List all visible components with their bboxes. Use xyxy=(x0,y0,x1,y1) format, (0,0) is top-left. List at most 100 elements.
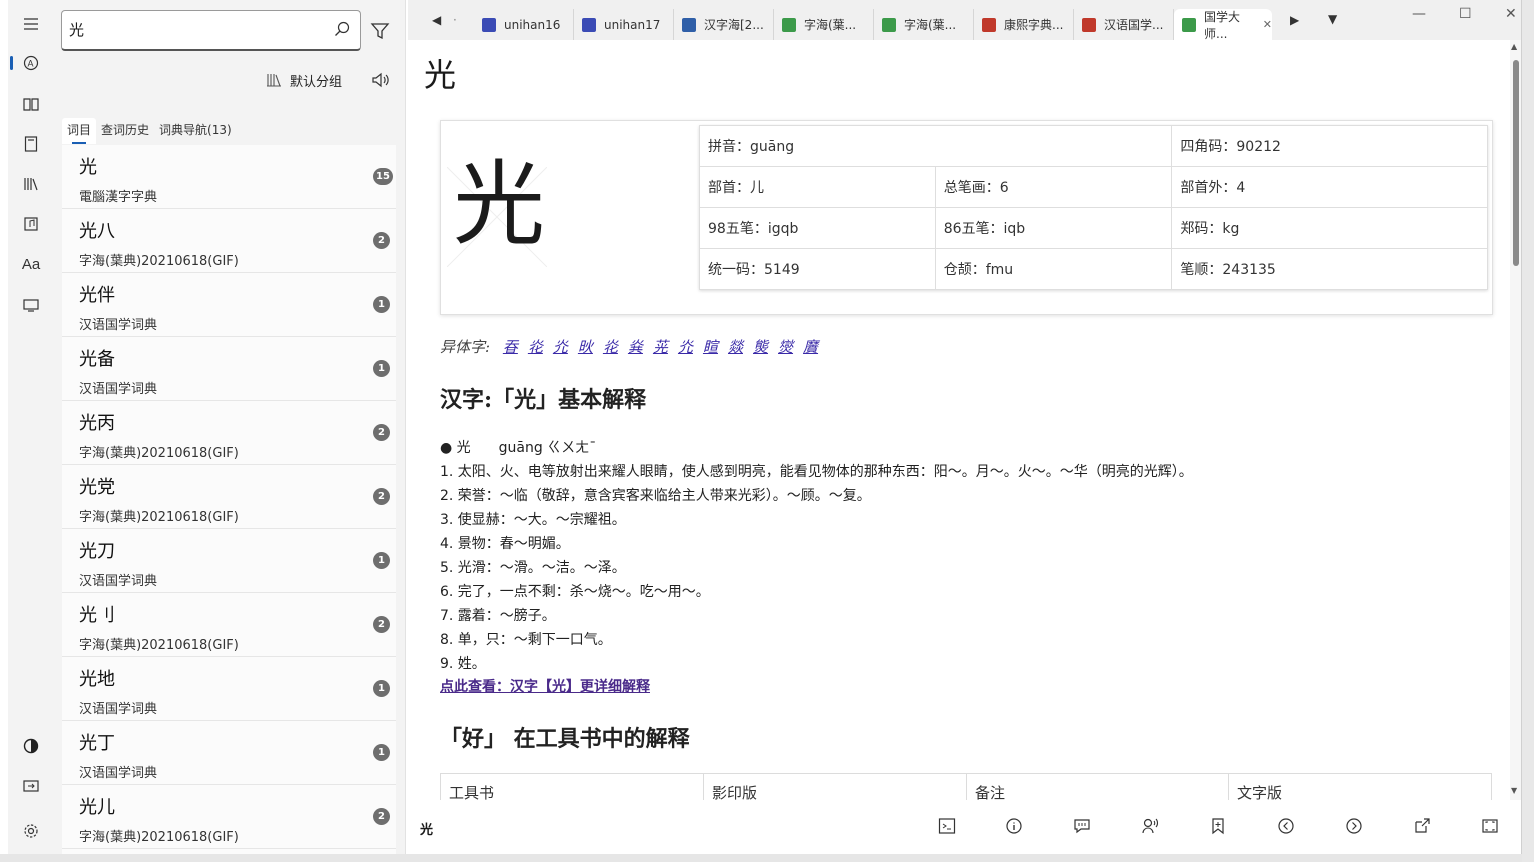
list-item[interactable]: 光儿 字海(葉典)20210618(GIF) 2 xyxy=(62,785,396,849)
comment-icon[interactable] xyxy=(1073,817,1091,835)
content-scrollbar[interactable]: ▲ ▼ xyxy=(1510,40,1521,800)
dictionary-icon xyxy=(1082,17,1096,32)
import-icon[interactable] xyxy=(16,771,46,801)
variant-char-link[interactable]: 灮 xyxy=(678,338,693,356)
variant-char-link[interactable]: 炚 xyxy=(578,338,593,356)
list-item[interactable]: 光八 字海(葉典)20210618(GIF) 2 xyxy=(62,209,396,273)
variant-char-link[interactable]: 昋 xyxy=(503,338,518,356)
screen-capture-icon[interactable] xyxy=(16,290,46,320)
group-selector-button[interactable]: 默认分组 xyxy=(266,69,342,91)
tab-scroll-right-icon[interactable]: ▶ xyxy=(1290,13,1299,27)
col-facsimile: 影印版 xyxy=(703,773,967,800)
entry-headword: 光 xyxy=(424,56,457,94)
list-item-count-badge: 2 xyxy=(373,808,390,825)
tab-list-dropdown-icon[interactable]: ▼ xyxy=(1328,12,1337,26)
list-item-count-badge: 2 xyxy=(373,616,390,633)
lookup-icon[interactable]: A xyxy=(10,48,46,78)
more-details-link[interactable]: 点此查看：汉字【光】更详细解释 xyxy=(440,676,650,696)
list-item[interactable]: 光党 字海(葉典)20210618(GIF) 2 xyxy=(62,465,396,529)
list-item[interactable]: 光伴 汉语国学词典 1 xyxy=(62,273,396,337)
wubi98-cell: 98五笔：igqb xyxy=(699,207,936,249)
variant-char-link[interactable]: 燚 xyxy=(728,338,743,356)
search-icon[interactable] xyxy=(334,21,350,37)
tab-entries[interactable]: 词目 xyxy=(62,118,97,144)
search-input[interactable]: 光 xyxy=(61,10,361,51)
library-icon[interactable] xyxy=(16,169,46,199)
variant-char-link[interactable]: 黂 xyxy=(803,338,818,356)
terminal-icon[interactable] xyxy=(938,817,956,835)
speaker-icon[interactable] xyxy=(370,70,390,90)
list-item-word: 光刂 xyxy=(79,605,115,626)
list-item[interactable]: 光刀 汉语国学词典 1 xyxy=(62,529,396,593)
bookmark-add-icon[interactable] xyxy=(1209,817,1227,835)
stroke-order-cell: 笔顺：243135 xyxy=(1171,248,1488,290)
icon-rail: A Aa xyxy=(8,0,54,854)
variant-char-link[interactable]: 茪 xyxy=(653,338,668,356)
minimize-icon[interactable]: — xyxy=(1412,6,1426,22)
radical-cell: 部首：儿 xyxy=(699,166,936,208)
list-item-dictionary: 汉语国学词典 xyxy=(79,318,158,333)
dictionary-tab[interactable]: 字海(葉... xyxy=(774,9,874,40)
svg-text:A: A xyxy=(28,59,34,69)
tab-close-icon[interactable]: ✕ xyxy=(1263,18,1272,31)
book-open-icon[interactable] xyxy=(16,89,46,119)
list-item[interactable]: 光丙 字海(葉典)20210618(GIF) 2 xyxy=(62,401,396,465)
font-icon[interactable]: Aa xyxy=(16,249,46,279)
tab-dict-nav[interactable]: 词典导航(13) xyxy=(154,118,237,144)
definition-line: 7. 露着：～膀子。 xyxy=(440,608,556,624)
tab-history[interactable]: 查词历史 xyxy=(96,118,154,144)
variant-char-link[interactable]: 睻 xyxy=(703,338,718,356)
dictionary-tab-label: 汉字海[2... xyxy=(704,18,764,32)
entry-content: 光 光 拼音：guāng 四角码：90212 部首：儿 总笔画：6 部首外：4 xyxy=(408,40,1510,800)
dictionary-tab[interactable]: unihan17 xyxy=(574,9,674,40)
info-icon[interactable] xyxy=(1005,817,1023,835)
next-icon[interactable] xyxy=(1345,817,1363,835)
list-item-count-badge: 1 xyxy=(373,360,390,377)
close-icon[interactable]: ✕ xyxy=(1505,6,1517,22)
dictionary-tab[interactable]: 汉语国学... xyxy=(1074,9,1174,40)
open-external-icon[interactable] xyxy=(1413,817,1431,835)
scroll-down-icon[interactable]: ▼ xyxy=(1511,786,1517,795)
previous-icon[interactable] xyxy=(1277,817,1295,835)
dictionary-tab-label: 字海(葉... xyxy=(804,18,857,32)
scroll-up-icon[interactable]: ▲ xyxy=(1511,42,1517,51)
dictionary-tab[interactable]: 字海(葉... xyxy=(874,9,974,40)
dictionary-tab[interactable]: 康熙字典... xyxy=(974,9,1074,40)
hamburger-menu-icon[interactable] xyxy=(16,9,46,39)
list-item-word: 光 xyxy=(79,157,97,178)
tab-scroll-left-icon[interactable]: ◀ xyxy=(432,13,441,27)
list-item[interactable]: 光刂 字海(葉典)20210618(GIF) 2 xyxy=(62,593,396,657)
list-item-word: 光党 xyxy=(79,477,115,498)
list-item-count-badge: 2 xyxy=(373,232,390,249)
strokes-outside-radical-cell: 部首外：4 xyxy=(1171,166,1488,208)
variant-char-link[interactable]: 熋 xyxy=(753,338,768,356)
list-item[interactable]: 光丁 汉语国学词典 1 xyxy=(62,721,396,785)
read-aloud-icon[interactable] xyxy=(1141,817,1159,835)
fullscreen-icon[interactable] xyxy=(1481,817,1499,835)
scrollbar-thumb[interactable] xyxy=(1513,60,1519,266)
audio-note-icon[interactable] xyxy=(16,209,46,239)
col-notes: 备注 xyxy=(966,773,1229,800)
definition-line: 2. 荣誉：～临（敬辞，意含宾客来临给主人带来光彩）。～顾。～复。 xyxy=(440,488,871,504)
col-text-version: 文字版 xyxy=(1228,773,1492,800)
dictionary-tab[interactable]: 汉字海[2... xyxy=(674,9,774,40)
list-item[interactable]: 光電腦漢字字典 15 xyxy=(62,145,396,209)
variant-char-link[interactable]: 炛 xyxy=(603,338,618,356)
list-item[interactable]: 光地 汉语国学词典 1 xyxy=(62,657,396,721)
list-item[interactable]: 光备 汉语国学词典 1 xyxy=(62,337,396,401)
search-value[interactable]: 光 xyxy=(69,19,84,40)
variant-char-link[interactable]: 烡 xyxy=(628,338,643,356)
variant-char-link[interactable]: 爕 xyxy=(778,338,793,356)
dictionary-tab[interactable]: 国学大师... ✕ xyxy=(1174,9,1272,41)
desktop-right-edge xyxy=(1522,0,1534,862)
notebook-icon[interactable] xyxy=(16,129,46,159)
stroke-count-cell: 总笔画：6 xyxy=(934,166,1173,208)
settings-gear-icon[interactable] xyxy=(16,816,46,846)
definition-line: 5. 光滑：～滑。～洁。～泽。 xyxy=(440,560,626,576)
dictionary-tab[interactable]: unihan16 xyxy=(474,9,574,40)
variant-char-link[interactable]: 炛 xyxy=(528,338,543,356)
variant-char-link[interactable]: 灮 xyxy=(553,338,568,356)
filter-icon[interactable] xyxy=(370,21,390,41)
theme-contrast-icon[interactable] xyxy=(16,731,46,761)
maximize-icon[interactable]: ☐ xyxy=(1459,6,1472,22)
